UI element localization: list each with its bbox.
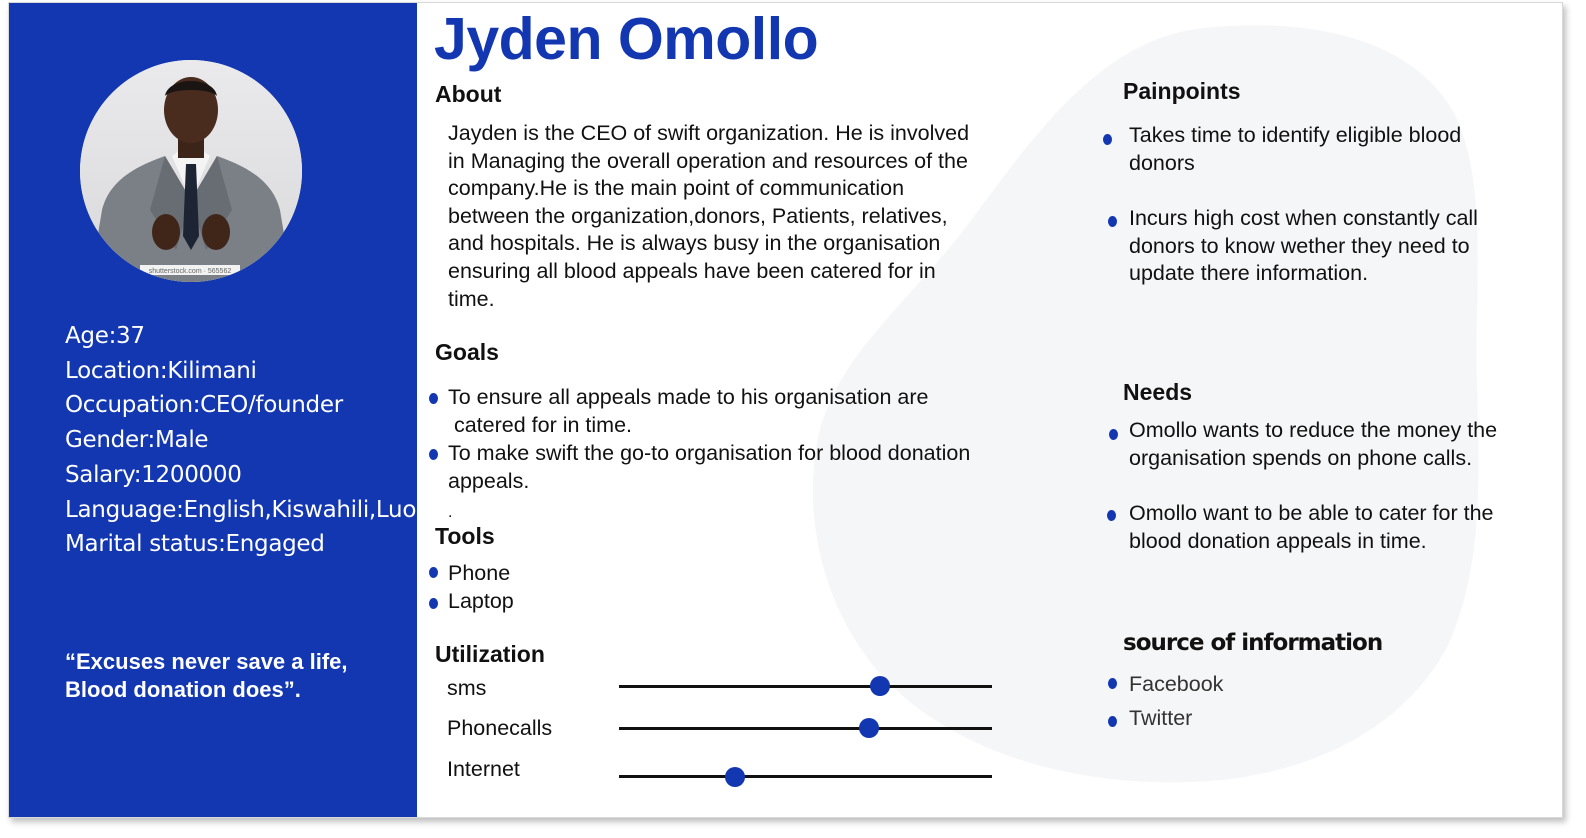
needs-heading: Needs: [1123, 379, 1193, 405]
painpoint-item: Takes time to identify eligible blood do…: [1129, 122, 1461, 177]
about-line: Jayden is the CEO of swift organization.…: [448, 121, 970, 145]
utilization-track-sms: [619, 685, 992, 688]
about-line: and hospitals. He is always busy in the …: [448, 231, 941, 256]
persona-quote: “Excuses never save a life, Blood donati…: [65, 648, 395, 704]
detail-occupation: Occupation:CEO/founder: [65, 392, 343, 419]
need-line: organisation spends on phone calls.: [1129, 445, 1473, 470]
need-item: Omollo wants to reduce the money the org…: [1129, 417, 1497, 472]
about-heading: About: [435, 81, 502, 107]
painpoints-heading: Painpoints: [1123, 78, 1241, 104]
painpoint-line: Takes time to identify eligible blood: [1129, 123, 1462, 147]
goal-line: appeals.: [448, 468, 530, 493]
about-line: ensuring all blood appeals have been cat…: [448, 258, 936, 283]
painpoint-line: donors to know wether they need to: [1129, 233, 1470, 258]
man-in-suit-portrait: shutterstock.com · 565562: [80, 60, 302, 282]
utilization-label-internet: Internet: [447, 757, 520, 781]
utilization-label-phonecalls: Phonecalls: [447, 716, 553, 740]
about-paragraph: Jayden is the CEO of swift organization.…: [448, 120, 969, 313]
painpoint-line: update there information.: [1129, 261, 1369, 286]
detail-marital-status: Marital status:Engaged: [65, 531, 325, 558]
goal-line: To ensure all appeals made to his organi…: [448, 385, 929, 409]
persona-card: shutterstock.com · 565562 Age:37 Locatio…: [8, 2, 1563, 818]
bullet-icon: [1107, 510, 1116, 521]
about-line: between the organization,donors, Patient…: [448, 203, 948, 228]
sources-heading: source of information: [1123, 630, 1383, 656]
goals-heading: Goals: [435, 339, 499, 365]
goal-line: catered for in time.: [448, 412, 633, 437]
need-line: blood donation appeals in time.: [1129, 528, 1427, 553]
need-line: Omollo want to be able to cater for the: [1129, 501, 1494, 525]
detail-gender: Gender:Male: [65, 427, 209, 454]
tools-heading: Tools: [435, 523, 495, 549]
detail-language: Language:English,Kiswahili,Luo: [65, 496, 417, 523]
bullet-icon: [1108, 216, 1117, 227]
detail-salary: Salary:1200000: [65, 461, 242, 488]
bullet-icon: [1108, 678, 1117, 689]
utilization-track-internet: [619, 775, 992, 778]
utilization-heading: Utilization: [435, 641, 545, 667]
bullet-icon: [1103, 134, 1112, 145]
about-line: time.: [448, 286, 495, 311]
persona-details: Age:37 Location:Kilimani Occupation:CEO/…: [65, 319, 416, 562]
utilization-slider-sms[interactable]: [870, 676, 891, 696]
quote-line: Blood donation does”.: [65, 677, 301, 702]
svg-text:shutterstock.com · 565562: shutterstock.com · 565562: [149, 268, 232, 275]
detail-age: Age:37: [65, 323, 145, 349]
need-item: Omollo want to be able to cater for the …: [1129, 500, 1494, 555]
profile-photo: shutterstock.com · 565562: [80, 60, 302, 282]
need-line: Omollo wants to reduce the money the: [1129, 418, 1498, 442]
painpoint-item: Incurs high cost when constantly call do…: [1129, 205, 1478, 288]
source-item-twitter: Twitter: [1129, 706, 1193, 730]
tool-item-laptop: Laptop: [448, 589, 514, 613]
persona-name: Jyden Omollo: [434, 6, 819, 72]
goal-item: To ensure all appeals made to his organi…: [448, 384, 928, 439]
source-item-facebook: Facebook: [1129, 672, 1224, 696]
bullet-icon: [429, 567, 438, 578]
detail-location: Location:Kilimani: [65, 357, 257, 384]
goal-item: To make swift the go-to organisation for…: [448, 440, 970, 495]
bullet-icon: [429, 393, 438, 404]
tool-item-phone: Phone: [448, 561, 511, 585]
goal-line: To make swift the go-to organisation for…: [448, 441, 971, 465]
utilization-label-sms: sms: [447, 676, 487, 700]
about-line: company.He is the main point of communic…: [448, 176, 905, 201]
quote-line: “Excuses never save a life,: [65, 649, 348, 674]
bullet-icon: [429, 598, 438, 609]
utilization-slider-phonecalls[interactable]: [858, 718, 879, 738]
profile-sidebar: shutterstock.com · 565562 Age:37 Locatio…: [9, 3, 417, 817]
utilization-track-phonecalls: [619, 727, 992, 730]
utilization-slider-internet[interactable]: [724, 767, 745, 787]
painpoint-line: donors: [1129, 150, 1195, 175]
bullet-icon: [1109, 429, 1118, 440]
painpoint-line: Incurs high cost when constantly call: [1129, 206, 1478, 230]
bullet-icon: [429, 449, 438, 460]
about-line: in Managing the overall operation and re…: [448, 148, 968, 173]
bullet-icon: [1108, 716, 1117, 727]
